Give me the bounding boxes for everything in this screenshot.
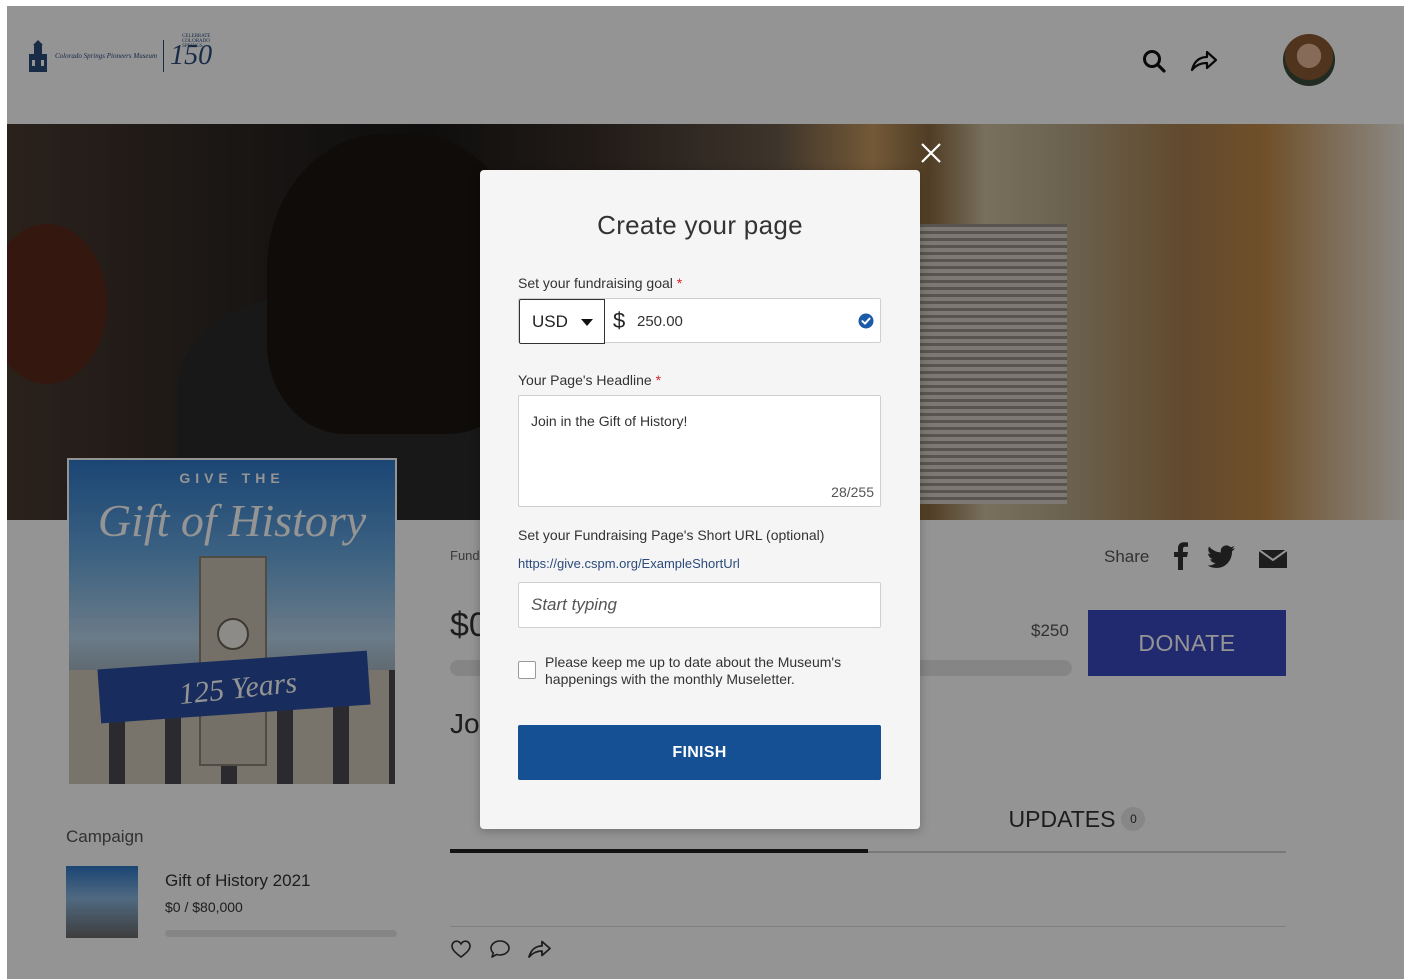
goal-input-group: USD $ — [518, 298, 881, 344]
goal-label: Set your fundraising goal * — [518, 275, 682, 291]
headline-label: Your Page's Headline * — [518, 372, 661, 388]
currency-symbol: $ — [613, 308, 626, 333]
currency-select[interactable]: USD — [519, 299, 605, 344]
goal-label-text: Set your fundraising goal — [518, 275, 673, 291]
headline-char-count: 28/255 — [831, 484, 874, 500]
caret-down-icon — [581, 319, 593, 326]
goal-amount-input[interactable] — [637, 309, 837, 333]
newsletter-checkbox[interactable] — [518, 661, 536, 679]
currency-value: USD — [532, 311, 568, 331]
modal-title: Create your page — [597, 210, 803, 240]
required-mark: * — [655, 372, 662, 388]
check-circle-icon — [858, 313, 874, 329]
headline-field[interactable]: Join in the Gift of History! 28/255 — [518, 395, 881, 507]
short-url-hint: https://give.cspm.org/ExampleShortUrl — [518, 556, 740, 571]
create-page-modal: Create your page Set your fundraising go… — [480, 170, 920, 829]
finish-button[interactable]: FINISH — [518, 725, 881, 780]
newsletter-label[interactable]: Please keep me up to date about the Muse… — [545, 654, 875, 688]
required-mark: * — [676, 275, 683, 291]
headline-label-text: Your Page's Headline — [518, 372, 652, 388]
headline-textarea[interactable]: Join in the Gift of History! — [531, 413, 861, 473]
close-icon[interactable] — [918, 140, 944, 166]
short-url-label: Set your Fundraising Page's Short URL (o… — [518, 527, 825, 543]
short-url-input[interactable] — [518, 582, 881, 628]
